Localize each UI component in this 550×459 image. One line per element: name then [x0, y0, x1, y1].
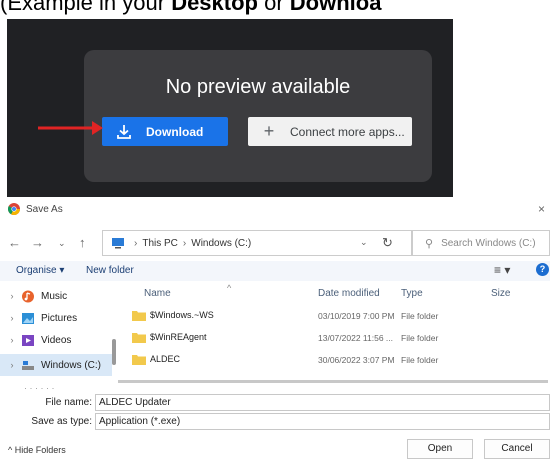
chevron-right-icon[interactable]: ›: [3, 291, 21, 301]
file-name: ALDEC: [150, 354, 181, 364]
forward-arrow-icon[interactable]: →: [31, 235, 44, 250]
folder-icon: [132, 355, 146, 365]
file-date: 13/07/2022 11:56 ...: [318, 333, 393, 343]
address-dropdown-icon[interactable]: ⌄: [360, 237, 368, 248]
save-as-dialog: Save As × ← → ⌄ ↑ › This PC › Windows (C…: [0, 199, 550, 459]
dialog-title: Save As: [26, 203, 63, 215]
file-row[interactable]: $Windows.~WS 03/10/2019 7:00 PM File fol…: [118, 306, 550, 326]
close-icon[interactable]: ×: [538, 202, 545, 216]
download-label: Download: [146, 124, 204, 139]
sidebar-item-videos[interactable]: › Videos: [0, 329, 112, 351]
chevron-up-icon: ^: [8, 445, 13, 455]
file-type: File folder: [401, 311, 439, 321]
file-name: $Windows.~WS: [150, 310, 214, 320]
sidebar-item-music[interactable]: › Music: [0, 285, 112, 307]
file-type: File folder: [401, 355, 439, 365]
column-header-size[interactable]: Size: [491, 288, 510, 299]
hide-folders-toggle[interactable]: ^ Hide Folders: [8, 445, 66, 455]
breadcrumb-separator-icon: ›: [134, 237, 138, 249]
search-icon: ⚲: [425, 237, 434, 250]
no-preview-card: No preview available: [84, 50, 432, 182]
file-name-field[interactable]: ALDEC Updater: [95, 394, 550, 411]
caption-desktop: Desktop: [171, 0, 258, 15]
help-icon[interactable]: ?: [536, 263, 549, 276]
chevron-right-icon[interactable]: ›: [3, 360, 21, 370]
file-row[interactable]: $WinREAgent 13/07/2022 11:56 ... File fo…: [118, 328, 550, 348]
videos-icon: [22, 334, 34, 346]
sidebar-item-label: Windows (C:): [41, 359, 102, 371]
pictures-icon: [22, 312, 34, 324]
sort-ascending-icon: ^: [227, 283, 232, 293]
sidebar-item-label: Videos: [41, 334, 72, 346]
address-bar[interactable]: › This PC › Windows (C:): [102, 230, 362, 256]
up-arrow-icon[interactable]: ↑: [79, 235, 86, 250]
this-pc-icon: [112, 238, 124, 249]
sidebar-item-windows-c[interactable]: › Windows (C:): [0, 354, 112, 376]
column-header-type[interactable]: Type: [401, 288, 423, 299]
connect-more-apps-label: Connect more apps...: [290, 124, 405, 139]
file-name: $WinREAgent: [150, 332, 207, 342]
drive-icon: [22, 360, 34, 370]
refresh-icon[interactable]: ↻: [382, 235, 393, 251]
file-name-label: File name:: [45, 397, 92, 408]
sidebar-item-pictures[interactable]: › Pictures: [0, 307, 112, 329]
search-placeholder: Search Windows (C:): [441, 237, 536, 249]
caption-downloads: Downloa: [289, 0, 382, 15]
navigation-row: ← → ⌄ ↑ › This PC › Windows (C:) ⌄ ↻ ⚲ S…: [0, 230, 550, 256]
no-preview-message: No preview available: [165, 76, 351, 98]
horizontal-scrollbar[interactable]: [118, 380, 548, 383]
file-row[interactable]: ALDEC 30/06/2022 3:07 PM File folder: [118, 350, 550, 370]
chrome-icon: [8, 203, 20, 215]
caption-or: or: [257, 0, 290, 15]
sidebar-more-items: · · · · · ·: [24, 383, 55, 393]
caption-text: (Example in your: [0, 0, 172, 15]
connect-more-apps-button[interactable]: + Connect more apps...: [248, 117, 412, 146]
download-button[interactable]: Download: [102, 117, 228, 146]
file-type: File folder: [401, 333, 439, 343]
folder-icon: [132, 333, 146, 343]
instruction-caption: (Example in your Desktop or Downloa: [0, 0, 550, 16]
back-arrow-icon[interactable]: ←: [8, 235, 21, 250]
view-options-icon[interactable]: ≡ ▾: [494, 263, 510, 277]
breadcrumb-this-pc[interactable]: This PC: [142, 238, 178, 249]
save-as-type-label: Save as type:: [31, 416, 92, 427]
breadcrumb-windows-c[interactable]: Windows (C:): [191, 238, 251, 249]
chevron-right-icon[interactable]: ›: [3, 335, 21, 345]
sidebar-item-label: Music: [41, 290, 68, 302]
save-as-type-row: Save as type: Application (*.exe): [0, 413, 550, 430]
hide-folders-label: Hide Folders: [14, 445, 66, 455]
file-name-row: File name: ALDEC Updater: [0, 394, 550, 411]
save-as-type-select[interactable]: Application (*.exe): [95, 413, 550, 430]
file-list: ^ Name Date modified Type Size $Windows.…: [118, 283, 550, 387]
breadcrumb-separator-icon: ›: [182, 237, 187, 249]
navigation-pane: › Music › Pictures › Videos › Windows (C…: [0, 283, 112, 393]
new-folder-button[interactable]: New folder: [86, 265, 134, 276]
search-box[interactable]: ⚲ Search Windows (C:): [412, 230, 550, 256]
download-icon: [117, 124, 131, 139]
folder-icon: [132, 311, 146, 321]
column-header-date[interactable]: Date modified: [318, 288, 380, 299]
sidebar-item-label: Pictures: [41, 312, 78, 324]
cancel-button[interactable]: Cancel: [484, 439, 550, 459]
address-tools: ⌄ ↻: [352, 230, 412, 256]
chevron-right-icon[interactable]: ›: [3, 313, 21, 323]
red-arrow-icon: [38, 121, 103, 135]
file-date: 03/10/2019 7:00 PM: [318, 311, 395, 321]
dialog-titlebar: Save As: [8, 203, 63, 215]
recent-dropdown-icon[interactable]: ⌄: [58, 238, 66, 249]
sidebar-scrollbar[interactable]: [112, 339, 116, 365]
plus-icon: +: [263, 121, 275, 141]
open-button[interactable]: Open: [407, 439, 473, 459]
column-header-name[interactable]: Name: [144, 288, 171, 299]
music-icon: [22, 290, 34, 302]
organise-menu[interactable]: Organise ▾: [16, 265, 64, 276]
command-bar: Organise ▾ New folder ≡ ▾ ?: [0, 261, 550, 281]
file-date: 30/06/2022 3:07 PM: [318, 355, 395, 365]
